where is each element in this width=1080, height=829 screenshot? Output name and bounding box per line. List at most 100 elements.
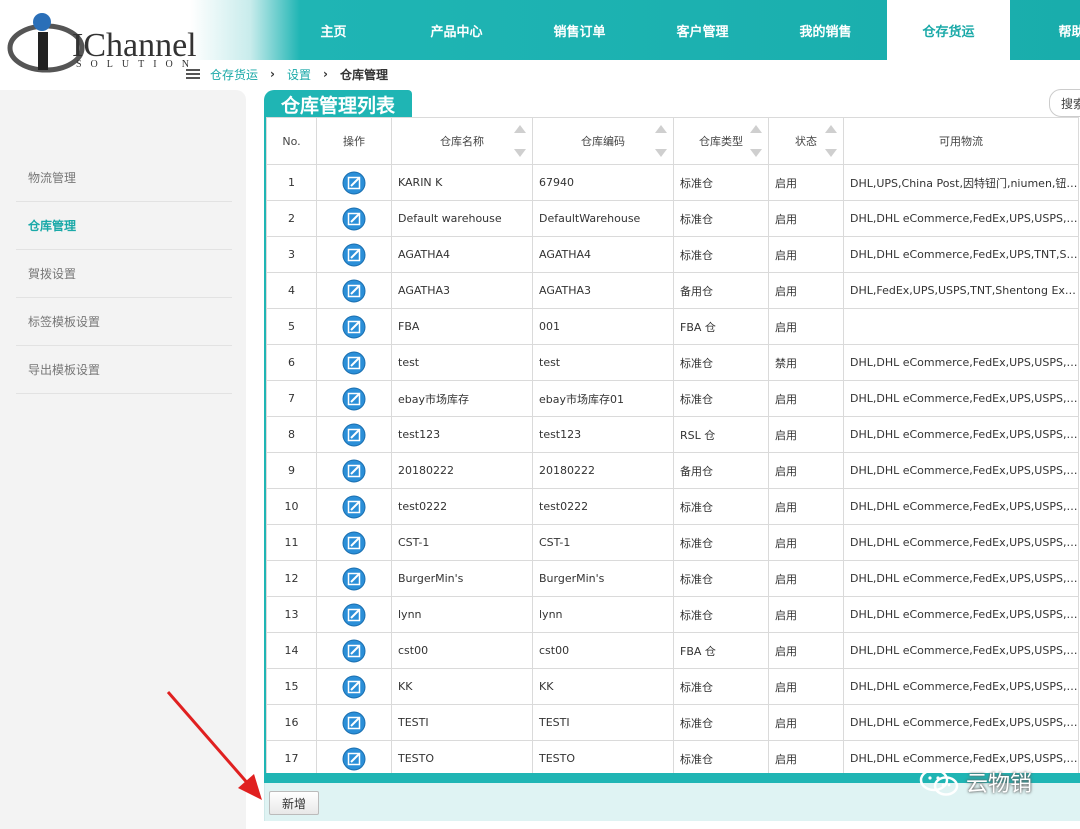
sort-icon[interactable] (655, 125, 669, 157)
main-nav: 主页 产品中心 销售订单 客户管理 我的销售 仓存货运 帮助 (272, 0, 1080, 60)
cell-no: 9 (266, 452, 317, 489)
cell-warehouse-name: test (391, 344, 533, 381)
table-row: 15 KK KK 标准仓 启用 DHL,DHL eCommerce,FedEx,UPS,U… (266, 668, 1079, 705)
cell-actions (316, 272, 392, 309)
header-warehouse-code[interactable]: 仓库编码 (532, 117, 674, 165)
search-button[interactable]: 搜索 (1049, 89, 1080, 117)
sort-icon[interactable] (750, 125, 764, 157)
sort-icon[interactable] (825, 125, 839, 157)
sidebar-item-warehouse[interactable]: 仓库管理 (16, 202, 232, 250)
edit-icon[interactable] (342, 639, 366, 663)
sidebar-item-transfer[interactable]: 賀拨设置 (16, 250, 232, 298)
cell-available-logistics: DHL,DHL eCommerce,FedEx,UPS,USPS,TNT... (843, 488, 1079, 525)
edit-icon[interactable] (342, 243, 366, 267)
cell-warehouse-code: 001 (532, 308, 674, 345)
nav-products[interactable]: 产品中心 (395, 0, 518, 60)
cell-warehouse-name: KK (391, 668, 533, 705)
nav-home[interactable]: 主页 (272, 0, 395, 60)
cell-warehouse-name: lynn (391, 596, 533, 633)
sidebar-item-label-templates[interactable]: 标签模板设置 (16, 298, 232, 346)
edit-icon[interactable] (342, 531, 366, 555)
cell-actions (316, 560, 392, 597)
cell-warehouse-name: TESTO (391, 740, 533, 773)
table-row: 2 Default warehouse DefaultWarehouse 标准仓 启用 D… (266, 200, 1079, 237)
header-warehouse-name[interactable]: 仓库名称 (391, 117, 533, 165)
cell-warehouse-type: 标准仓 (673, 380, 769, 417)
cell-status: 启用 (768, 452, 844, 489)
cell-actions (316, 596, 392, 633)
edit-icon[interactable] (342, 747, 366, 771)
add-warehouse-button[interactable]: 新增 (269, 791, 319, 815)
cell-warehouse-code: ebay市场库存01 (532, 380, 674, 417)
cell-status: 启用 (768, 668, 844, 705)
edit-icon[interactable] (342, 315, 366, 339)
cell-status: 启用 (768, 740, 844, 773)
edit-icon[interactable] (342, 387, 366, 411)
header-warehouse-type[interactable]: 仓库类型 (673, 117, 769, 165)
menu-icon[interactable] (186, 69, 200, 79)
cell-warehouse-name: cst00 (391, 632, 533, 669)
cell-available-logistics: DHL,DHL eCommerce,FedEx,UPS,USPS,TNT... (843, 668, 1079, 705)
cell-status: 启用 (768, 416, 844, 453)
nav-help[interactable]: 帮助 (1010, 0, 1080, 60)
cell-warehouse-type: FBA 仓 (673, 308, 769, 345)
table-row: 13 lynn lynn 标准仓 启用 DHL,DHL eCommerce,FedEx,U… (266, 596, 1079, 633)
table-row: 16 TESTI TESTI 标准仓 启用 DHL,DHL eCommerce,FedEx… (266, 704, 1079, 741)
chevron-right-icon: › (270, 67, 275, 81)
cell-status: 启用 (768, 308, 844, 345)
cell-no: 4 (266, 272, 317, 309)
edit-icon[interactable] (342, 423, 366, 447)
cell-warehouse-type: 标准仓 (673, 524, 769, 561)
cell-status: 禁用 (768, 344, 844, 381)
edit-icon[interactable] (342, 171, 366, 195)
table-row: 4 AGATHA3 AGATHA3 备用仓 启用 DHL,FedEx,UPS,USPS,T… (266, 272, 1079, 309)
cell-no: 3 (266, 236, 317, 273)
nav-my-sales[interactable]: 我的销售 (764, 0, 887, 60)
table-row: 14 cst00 cst00 FBA 仓启用 DHL,DHL eCommerce,Fed… (266, 632, 1079, 669)
nav-customers[interactable]: 客户管理 (641, 0, 764, 60)
sidebar: 物流管理 仓库管理 賀拨设置 标签模板设置 导出模板设置 (0, 90, 246, 829)
edit-icon[interactable] (342, 495, 366, 519)
sort-icon[interactable] (514, 125, 528, 157)
cell-no: 14 (266, 632, 317, 669)
watermark-text: 云物销 (966, 772, 1033, 797)
edit-icon[interactable] (342, 351, 366, 375)
nav-warehouse-shipping[interactable]: 仓存货运 (887, 0, 1010, 60)
sidebar-item-logistics[interactable]: 物流管理 (16, 154, 232, 202)
edit-icon[interactable] (342, 603, 366, 627)
sidebar-list: 物流管理 仓库管理 賀拨设置 标签模板设置 导出模板设置 (16, 154, 232, 394)
table-row: 8 test123 test123 RSL 仓启用 DHL,DHL eCommerce,… (266, 416, 1079, 453)
edit-icon[interactable] (342, 567, 366, 591)
cell-warehouse-code: AGATHA3 (532, 272, 674, 309)
cell-warehouse-type: 标准仓 (673, 164, 769, 201)
cell-available-logistics: DHL,DHL eCommerce,FedEx,UPS,USPS,TNT... (843, 560, 1079, 597)
table-row: 6 test test 标准仓 禁用 DHL,DHL eCommerce,FedEx,UP… (266, 344, 1079, 381)
cell-warehouse-code: test123 (532, 416, 674, 453)
cell-status: 启用 (768, 632, 844, 669)
header-actions: 操作 (316, 117, 392, 165)
edit-icon[interactable] (342, 675, 366, 699)
ichannel-logo: IChannel SOLUTION (7, 13, 198, 73)
cell-warehouse-type: 备用仓 (673, 272, 769, 309)
cell-warehouse-type: 标准仓 (673, 596, 769, 633)
cell-warehouse-code: test0222 (532, 488, 674, 525)
cell-actions (316, 704, 392, 741)
cell-no: 11 (266, 524, 317, 561)
cell-available-logistics: DHL,DHL eCommerce,FedEx,UPS,USPS,TNT... (843, 524, 1079, 561)
edit-icon[interactable] (342, 207, 366, 231)
logo-subtitle: SOLUTION (76, 59, 198, 70)
cell-warehouse-code: 67940 (532, 164, 674, 201)
edit-icon[interactable] (342, 279, 366, 303)
breadcrumb-warehouse-shipping[interactable]: 仓存货运 (210, 66, 258, 83)
cell-no: 16 (266, 704, 317, 741)
cell-actions (316, 380, 392, 417)
cell-warehouse-name: KARIN K (391, 164, 533, 201)
nav-sales-orders[interactable]: 销售订单 (518, 0, 641, 60)
breadcrumb-settings[interactable]: 设置 (287, 66, 311, 83)
cell-warehouse-type: 备用仓 (673, 452, 769, 489)
header-status[interactable]: 状态 (768, 117, 844, 165)
warehouse-table: No. 操作 仓库名称 仓库编码 仓库类型 状态 可用物流 1 KARIN K 67… (266, 117, 1079, 773)
edit-icon[interactable] (342, 459, 366, 483)
sidebar-item-export-templates[interactable]: 导出模板设置 (16, 346, 232, 394)
edit-icon[interactable] (342, 711, 366, 735)
